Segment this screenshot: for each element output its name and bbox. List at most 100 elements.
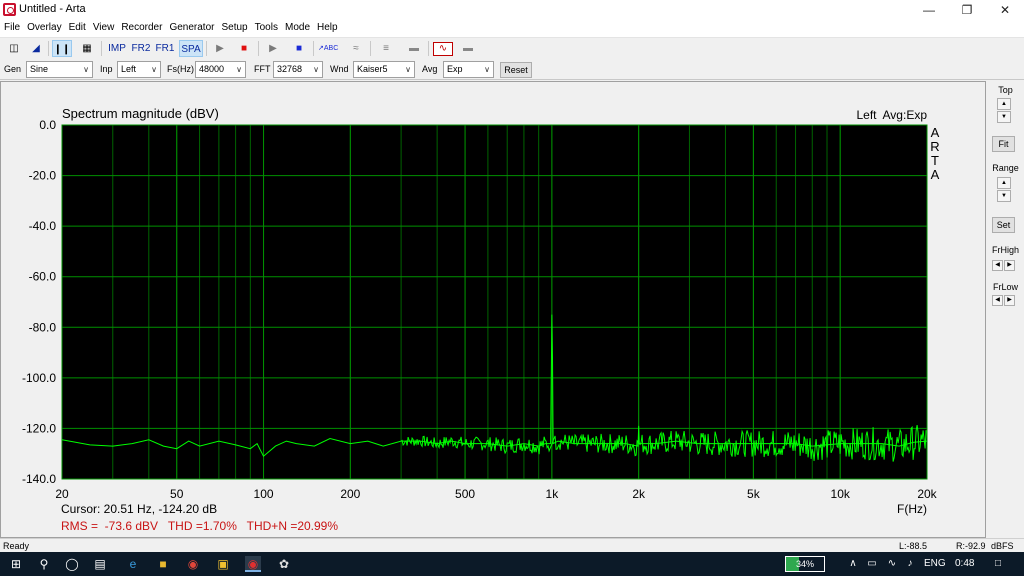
minimize-icon[interactable]: — <box>910 0 948 20</box>
edge-icon[interactable]: e <box>125 556 141 572</box>
waveform-icon[interactable]: ≈ <box>346 40 366 57</box>
windows-taskbar: ⊞ ⚲ ◯ ▤ e ■ ◉ ▣ ◉ ✿ 34% ∧ ▭ ∿ ♪ ENG 0:48… <box>0 552 1024 576</box>
window-function-select[interactable]: Kaiser5 ∨ <box>353 61 415 78</box>
menu-file[interactable]: File <box>0 20 23 33</box>
y-tick-label: -140.0 <box>22 472 56 486</box>
file-explorer-icon[interactable]: ■ <box>155 556 171 572</box>
range-label: Range <box>992 163 1019 173</box>
fft-size-select[interactable]: 32768 ∨ <box>273 61 323 78</box>
spa-mode-button[interactable]: SPA <box>179 40 203 57</box>
menu-bar: File Overlay Edit View Recorder Generator Setu… <box>0 20 1024 37</box>
fit-button[interactable]: Fit <box>992 136 1015 152</box>
frhigh-right-icon[interactable]: ▶ <box>1004 260 1015 271</box>
wnd-label: Wnd <box>330 64 349 74</box>
x-tick-label: 10k <box>831 487 851 501</box>
language-indicator[interactable]: ENG <box>924 558 946 569</box>
probe-icon[interactable]: ≡ <box>376 40 396 57</box>
close-icon[interactable]: ✕ <box>986 0 1024 20</box>
stop-icon[interactable]: ■ <box>234 40 254 57</box>
x-tick-label: 500 <box>455 487 475 501</box>
wifi-icon[interactable]: ∿ <box>884 556 900 572</box>
volume-icon[interactable]: ♪ <box>902 556 918 572</box>
bar-icon[interactable]: ▬ <box>404 40 424 57</box>
search-icon[interactable]: ⚲ <box>36 556 52 572</box>
input-channel-select[interactable]: Left ∨ <box>117 61 161 78</box>
frhigh-left-icon[interactable]: ◀ <box>992 260 1003 271</box>
cursor-readout: Cursor: 20.51 Hz, -124.20 dB <box>61 502 217 516</box>
left-level: L:-88.5 <box>899 541 928 551</box>
grid-view-icon[interactable]: ▦ <box>77 40 97 57</box>
arta-brand-letter: T <box>931 153 939 168</box>
maximize-icon[interactable]: ❐ <box>948 0 986 20</box>
notification-icon[interactable]: □ <box>990 556 1006 572</box>
x-tick-label: 200 <box>340 487 360 501</box>
menu-setup[interactable]: Setup <box>217 20 250 33</box>
menu-mode[interactable]: Mode <box>281 20 313 33</box>
y-tick-label: -100.0 <box>22 371 56 385</box>
chart-title: Spectrum magnitude (dBV) <box>62 106 219 121</box>
menu-overlay[interactable]: Overlay <box>23 20 64 33</box>
arta-brand-letter: R <box>930 139 939 154</box>
menu-edit[interactable]: Edit <box>65 20 89 33</box>
fr2-mode-button[interactable]: FR2 <box>130 40 152 57</box>
averaging-select[interactable]: Exp ∨ <box>443 61 494 78</box>
toolbar: ◫ ◢ ❙❙ ▦ IMP FR2 FR1 SPA ▶ ■ ▶ ■ ↗ABC ≈ … <box>0 37 1024 58</box>
windows-start-icon[interactable]: ⊞ <box>8 556 24 572</box>
cortana-icon[interactable]: ◯ <box>64 556 80 572</box>
generator-play-icon[interactable]: ▶ <box>263 40 283 57</box>
chevron-up-icon[interactable]: ∧ <box>845 556 861 572</box>
arta-brand-letter: A <box>931 125 940 140</box>
abc-scale-icon[interactable]: ↗ABC <box>318 40 338 57</box>
menu-view[interactable]: View <box>89 20 118 33</box>
measurement-controls: Gen Sine ∨ Inp Left ∨ Fs(Hz) 48000 ∨ FFT 32… <box>0 59 1024 80</box>
arta-taskbar-icon[interactable]: ◉ <box>245 556 261 572</box>
y-tick-label: -20.0 <box>29 169 57 183</box>
play-icon[interactable]: ▶ <box>210 40 230 57</box>
set-button[interactable]: Set <box>992 217 1015 233</box>
spectrum-graph-panel: Spectrum magnitude (dBV) Left Avg:Exp AR… <box>0 81 986 538</box>
menu-recorder[interactable]: Recorder <box>117 20 165 33</box>
menu-help[interactable]: Help <box>313 20 341 33</box>
task-view-icon[interactable]: ▤ <box>92 556 108 572</box>
generator-stop-icon[interactable]: ■ <box>289 40 309 57</box>
sticky-app-icon[interactable]: ▣ <box>215 556 231 572</box>
y-tick-label: -80.0 <box>29 320 57 334</box>
top-down-icon[interactable]: ▼ <box>997 111 1011 123</box>
range-up-icon[interactable]: ▲ <box>997 177 1011 189</box>
menu-generator[interactable]: Generator <box>165 20 217 33</box>
distortion-readout: RMS = -73.6 dBV THD =1.70% THD+N =20.99% <box>61 519 338 533</box>
generator-select[interactable]: Sine ∨ <box>26 61 93 78</box>
fr1-mode-button[interactable]: FR1 <box>154 40 176 57</box>
frlow-left-icon[interactable]: ◀ <box>992 295 1003 306</box>
new-document-icon[interactable]: ◫ <box>4 40 24 57</box>
tool-taskbar-icon[interactable]: ✿ <box>276 556 292 572</box>
plot-area[interactable] <box>61 124 928 480</box>
range-down-icon[interactable]: ▼ <box>997 190 1011 202</box>
inp-label: Inp <box>100 64 113 74</box>
panel-icon[interactable]: ▬ <box>458 40 478 57</box>
fft-label: FFT <box>254 64 271 74</box>
frlow-right-icon[interactable]: ▶ <box>1004 295 1015 306</box>
clock[interactable]: 0:48 <box>955 558 974 569</box>
x-tick-label: 20 <box>55 487 69 501</box>
battery-indicator[interactable]: 34% <box>785 556 825 572</box>
top-up-icon[interactable]: ▲ <box>997 98 1011 110</box>
imp-mode-button[interactable]: IMP <box>106 40 128 57</box>
sample-rate-select[interactable]: 48000 ∨ <box>195 61 246 78</box>
x-tick-label: 100 <box>254 487 274 501</box>
gen-label: Gen <box>4 64 22 74</box>
right-level: R:-92.9 <box>956 541 986 551</box>
spectrum-chart[interactable]: Spectrum magnitude (dBV) Left Avg:Exp AR… <box>1 82 987 539</box>
reset-button[interactable]: Reset <box>500 62 532 78</box>
monitor-icon[interactable]: ▭ <box>864 556 880 572</box>
y-tick-label: -40.0 <box>29 219 57 233</box>
x-tick-label: 5k <box>747 487 761 501</box>
x-tick-label: 50 <box>170 487 184 501</box>
chrome-icon[interactable]: ◉ <box>185 556 201 572</box>
menu-tools[interactable]: Tools <box>251 20 281 33</box>
pause-icon[interactable]: ❙❙ <box>52 40 72 57</box>
oscilloscope-icon[interactable]: ∿ <box>433 42 453 56</box>
y-tick-label: -120.0 <box>22 421 56 435</box>
x-axis-label: F(Hz) <box>897 502 927 516</box>
open-icon[interactable]: ◢ <box>26 40 46 57</box>
